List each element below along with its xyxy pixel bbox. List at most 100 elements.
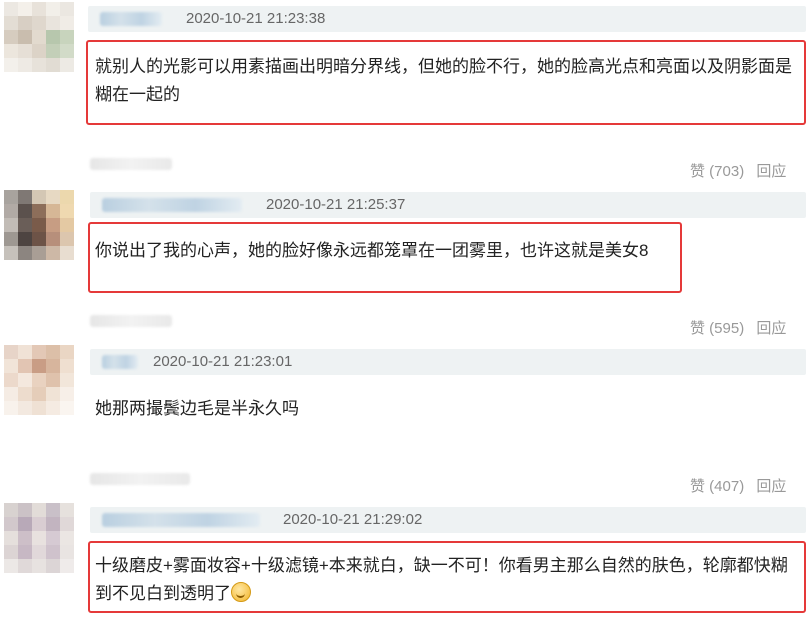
comment-text: 你说出了我的心声，她的脸好像永远都笼罩在一团雾里，也许这就是美女8 bbox=[95, 241, 649, 260]
avatar-pixel bbox=[4, 517, 18, 531]
avatar-pixel bbox=[60, 204, 74, 218]
like-button[interactable]: 赞 (703) bbox=[690, 163, 744, 180]
avatar-pixel bbox=[60, 545, 74, 559]
comment-timestamp: 2020-10-21 21:23:38 bbox=[186, 10, 326, 27]
avatar-pixel bbox=[32, 190, 46, 204]
avatar-pixel bbox=[32, 246, 46, 260]
avatar-pixel bbox=[46, 387, 60, 401]
avatar-pixel bbox=[46, 232, 60, 246]
avatar-pixel bbox=[46, 517, 60, 531]
avatar-pixel bbox=[60, 359, 74, 373]
avatar-pixel bbox=[32, 387, 46, 401]
avatar-pixel bbox=[4, 401, 18, 415]
avatar-pixel bbox=[32, 545, 46, 559]
avatar-pixel bbox=[18, 44, 32, 58]
reply-preview-blurred bbox=[90, 315, 172, 327]
username-blurred[interactable] bbox=[100, 12, 162, 26]
avatar[interactable] bbox=[4, 190, 74, 260]
avatar-pixel bbox=[60, 517, 74, 531]
username-blurred[interactable] bbox=[102, 198, 242, 212]
avatar-pixel bbox=[32, 359, 46, 373]
reply-button[interactable]: 回应 bbox=[756, 163, 786, 180]
avatar-pixel bbox=[18, 401, 32, 415]
avatar-pixel bbox=[32, 503, 46, 517]
comment-timestamp: 2020-10-21 21:29:02 bbox=[283, 511, 423, 528]
avatar-pixel bbox=[46, 401, 60, 415]
avatar-pixel bbox=[60, 218, 74, 232]
avatar-pixel bbox=[4, 218, 18, 232]
avatar-pixel bbox=[46, 373, 60, 387]
avatar-pixel bbox=[4, 246, 18, 260]
avatar[interactable] bbox=[4, 2, 74, 72]
avatar-pixel bbox=[4, 345, 18, 359]
comment-timestamp: 2020-10-21 21:23:01 bbox=[153, 353, 293, 370]
avatar-pixel bbox=[18, 190, 32, 204]
avatar-pixel bbox=[60, 58, 74, 72]
avatar-pixel bbox=[60, 345, 74, 359]
avatar-pixel bbox=[4, 30, 18, 44]
avatar-pixel bbox=[46, 44, 60, 58]
avatar-pixel bbox=[4, 44, 18, 58]
avatar-pixel bbox=[18, 345, 32, 359]
avatar-pixel bbox=[4, 58, 18, 72]
avatar-pixel bbox=[18, 503, 32, 517]
comment-timestamp: 2020-10-21 21:25:37 bbox=[266, 196, 406, 213]
avatar-pixel bbox=[18, 517, 32, 531]
avatar-pixel bbox=[4, 359, 18, 373]
avatar-pixel bbox=[18, 58, 32, 72]
smile-emoji-icon bbox=[231, 582, 251, 602]
comment-text: 十级磨皮+雾面妆容+十级滤镜+本来就白，缺一不可！你看男主那么自然的肤色，轮廓都… bbox=[95, 552, 801, 608]
avatar-pixel bbox=[60, 2, 74, 16]
avatar-pixel bbox=[4, 559, 18, 573]
avatar-pixel bbox=[4, 2, 18, 16]
avatar-pixel bbox=[60, 531, 74, 545]
avatar-pixel bbox=[18, 545, 32, 559]
avatar-pixel bbox=[32, 559, 46, 573]
avatar-pixel bbox=[18, 30, 32, 44]
avatar-pixel bbox=[32, 44, 46, 58]
comment-text-content: 十级磨皮+雾面妆容+十级滤镜+本来就白，缺一不可！你看男主那么自然的肤色，轮廓都… bbox=[95, 556, 788, 603]
username-blurred[interactable] bbox=[102, 513, 260, 527]
reply-button[interactable]: 回应 bbox=[756, 320, 786, 337]
avatar[interactable] bbox=[4, 503, 74, 573]
avatar-pixel bbox=[4, 204, 18, 218]
comment-actions: 赞 (595) 回应 bbox=[690, 317, 786, 338]
reply-button[interactable]: 回应 bbox=[756, 478, 786, 495]
comment-text: 就别人的光影可以用素描画出明暗分界线，但她的脸不行，她的脸高光点和亮面以及阴影面… bbox=[95, 57, 792, 104]
reply-preview-blurred bbox=[90, 158, 172, 170]
avatar-pixel bbox=[32, 204, 46, 218]
comment-actions: 赞 (407) 回应 bbox=[690, 475, 786, 496]
avatar-pixel bbox=[46, 531, 60, 545]
avatar-pixel bbox=[4, 373, 18, 387]
avatar-pixel bbox=[60, 190, 74, 204]
avatar-pixel bbox=[46, 559, 60, 573]
avatar-pixel bbox=[4, 387, 18, 401]
avatar[interactable] bbox=[4, 345, 74, 415]
avatar-pixel bbox=[60, 387, 74, 401]
avatar-pixel bbox=[60, 401, 74, 415]
avatar-pixel bbox=[46, 58, 60, 72]
username-blurred[interactable] bbox=[102, 355, 138, 369]
avatar-pixel bbox=[4, 545, 18, 559]
comment-text: 她那两撮鬓边毛是半永久吗 bbox=[95, 399, 299, 418]
like-button[interactable]: 赞 (595) bbox=[690, 320, 744, 337]
avatar-pixel bbox=[46, 190, 60, 204]
avatar-pixel bbox=[4, 232, 18, 246]
avatar-pixel bbox=[46, 204, 60, 218]
avatar-pixel bbox=[46, 359, 60, 373]
comment-actions: 赞 (703) 回应 bbox=[690, 160, 786, 181]
avatar-pixel bbox=[60, 44, 74, 58]
avatar-pixel bbox=[60, 16, 74, 30]
avatar-pixel bbox=[46, 545, 60, 559]
avatar-pixel bbox=[18, 373, 32, 387]
like-button[interactable]: 赞 (407) bbox=[690, 478, 744, 495]
avatar-pixel bbox=[18, 204, 32, 218]
avatar-pixel bbox=[4, 531, 18, 545]
avatar-pixel bbox=[4, 16, 18, 30]
avatar-pixel bbox=[46, 16, 60, 30]
avatar-pixel bbox=[18, 559, 32, 573]
avatar-pixel bbox=[60, 559, 74, 573]
avatar-pixel bbox=[32, 2, 46, 16]
reply-preview-blurred bbox=[90, 473, 190, 485]
avatar-pixel bbox=[32, 531, 46, 545]
